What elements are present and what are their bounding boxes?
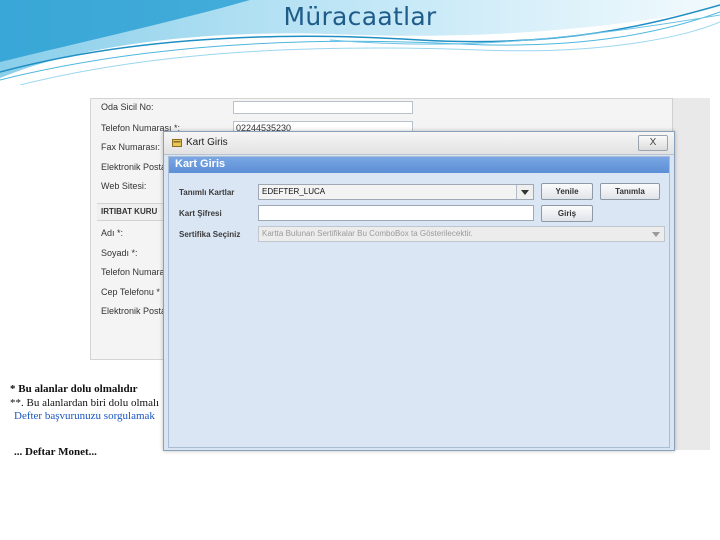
card-icon	[172, 139, 182, 147]
chevron-down-icon[interactable]	[648, 227, 664, 241]
sertifika-value: Kartta Bulunan Sertifikalar Bu ComboBox …	[262, 229, 473, 238]
dialog-body: Kart Giris Tanımlı Kartlar EDEFTER_LUCA …	[168, 156, 670, 448]
tanimli-kartlar-value: EDEFTER_LUCA	[262, 187, 326, 196]
dialog-window-title: Kart Giris	[186, 137, 228, 148]
tanimli-kartlar-label: Tanımlı Kartlar	[179, 188, 235, 197]
note-footer: ... Deftar Monet...	[14, 446, 97, 458]
form-label-oda-sicil: Oda Sicil No:	[101, 102, 154, 112]
form-label-adi: Adı *:	[101, 228, 124, 238]
form-label-web: Web Sitesi:	[101, 181, 147, 191]
form-label-cep: Cep Telefonu *	[101, 287, 160, 297]
dialog-header-title: Kart Giris	[175, 158, 226, 170]
close-button[interactable]: X	[638, 135, 668, 151]
kart-giris-dialog: Kart Giris X Kart Giris Tanımlı Kartlar …	[163, 131, 675, 451]
form-label-soyadi: Soyadı *:	[101, 248, 138, 258]
note-required: * Bu alanlar dolu olmalıdır	[10, 383, 138, 395]
irtibat-section-title: IRTIBAT KURU	[101, 207, 158, 216]
kart-sifresi-label: Kart Şifresi	[179, 209, 222, 218]
form-label-eposta: Elektronik Posta	[101, 162, 167, 172]
oda-sicil-input[interactable]	[233, 101, 413, 114]
background-window-edge	[672, 98, 710, 450]
dialog-header-bar: Kart Giris	[169, 157, 669, 173]
note-one-required: **. Bu alanlardan biri dolu olmalı	[10, 397, 160, 409]
close-icon: X	[649, 137, 657, 148]
tanimli-kartlar-select[interactable]: EDEFTER_LUCA	[258, 184, 534, 200]
chevron-down-icon[interactable]	[516, 185, 533, 199]
form-label-fax: Fax Numarası:	[101, 142, 161, 152]
dialog-titlebar[interactable]: Kart Giris X	[164, 132, 674, 155]
yenile-button[interactable]: Yenile	[541, 183, 593, 200]
giris-button[interactable]: Giriş	[541, 205, 593, 222]
form-label-telefon2: Telefon Numara	[101, 267, 165, 277]
tanimla-button[interactable]: Tanımla	[600, 183, 660, 200]
kart-sifresi-input[interactable]	[258, 205, 534, 221]
sertifika-select[interactable]: Kartta Bulunan Sertifikalar Bu ComboBox …	[258, 226, 665, 242]
slide-title: Müracaatlar	[283, 2, 437, 31]
query-application-link[interactable]: Defter başvurunuzu sorgulamak	[14, 410, 155, 422]
form-label-eposta2: Elektronik Posta	[101, 306, 167, 316]
sertifika-label: Sertifika Seçiniz	[179, 230, 241, 239]
